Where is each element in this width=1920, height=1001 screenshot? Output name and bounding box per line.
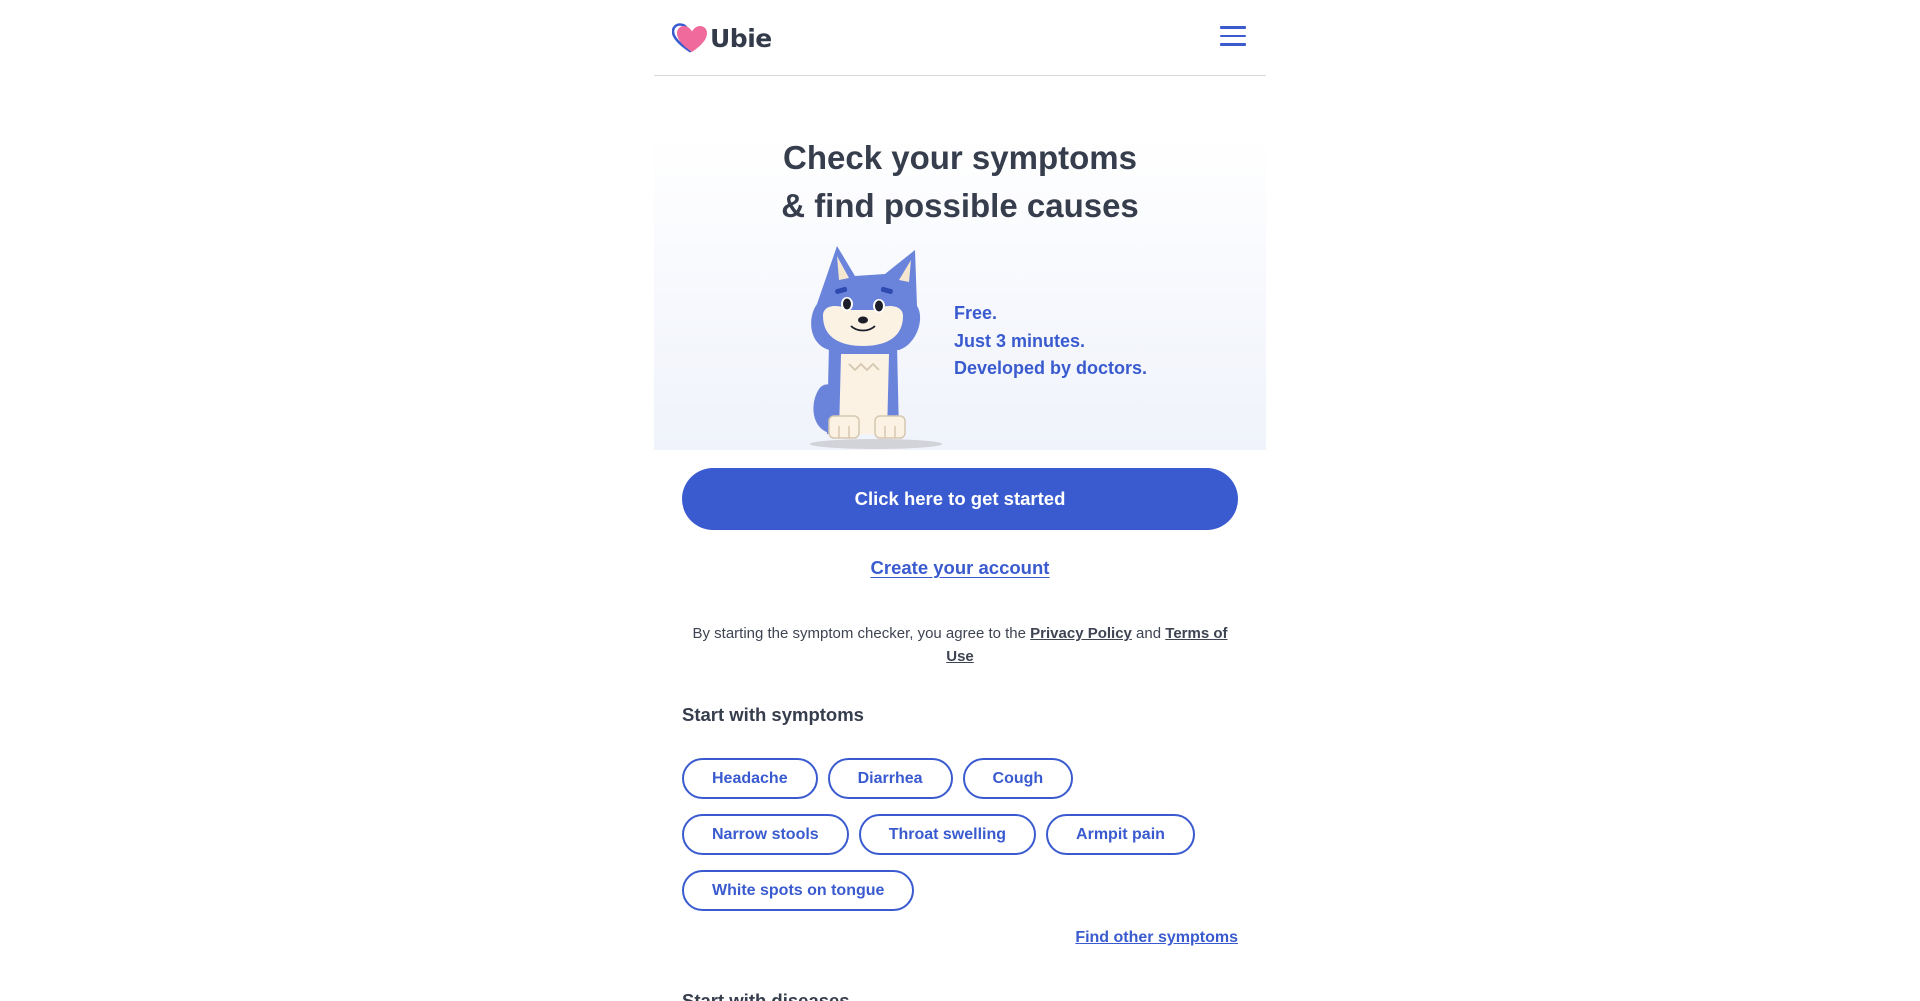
- symptom-chip[interactable]: White spots on tongue: [682, 870, 915, 911]
- diseases-section-title: Start with diseases: [682, 990, 850, 1001]
- privacy-policy-link[interactable]: Privacy Policy: [1030, 625, 1132, 642]
- hero-title-line1: Check your symptoms: [783, 139, 1137, 176]
- page: Ubie Check your symptoms & find possible…: [0, 0, 1920, 1001]
- symptom-chips: Headache Diarrhea Cough Narrow stools Th…: [682, 758, 1242, 926]
- symptom-chip[interactable]: Narrow stools: [682, 814, 849, 855]
- tagline-duration: Just 3 minutes.: [954, 330, 1086, 351]
- hero: Check your symptoms & find possible caus…: [654, 134, 1266, 450]
- symptom-chip[interactable]: Headache: [682, 758, 818, 799]
- wolf-mascot-illustration: [810, 246, 942, 449]
- chip-row: Headache Diarrhea Cough: [682, 758, 1242, 799]
- header: Ubie: [654, 0, 1266, 76]
- hero-taglines: Free. Just 3 minutes. Developed by docto…: [954, 300, 1147, 383]
- hero-title: Check your symptoms & find possible caus…: [654, 134, 1266, 230]
- symptom-chip[interactable]: Armpit pain: [1046, 814, 1195, 855]
- create-account-link[interactable]: Create your account: [871, 557, 1050, 578]
- tagline-free: Free.: [954, 303, 998, 323]
- main-column: Ubie Check your symptoms & find possible…: [654, 0, 1266, 1001]
- hamburger-menu-icon[interactable]: [1220, 26, 1246, 50]
- agreement-middle: and: [1131, 625, 1166, 642]
- logo-text: Ubie: [710, 23, 772, 53]
- symptom-chip[interactable]: Cough: [962, 758, 1074, 799]
- find-other-symptoms-link[interactable]: Find other symptoms: [1075, 929, 1238, 946]
- hero-title-line2: & find possible causes: [781, 187, 1139, 224]
- create-account-container: Create your account: [654, 557, 1266, 579]
- symptom-chip[interactable]: Throat swelling: [858, 814, 1037, 855]
- symptom-chip[interactable]: Diarrhea: [827, 758, 953, 799]
- logo[interactable]: Ubie: [672, 22, 772, 54]
- find-other-symptoms-container: Find other symptoms: [1075, 929, 1238, 947]
- get-started-button[interactable]: Click here to get started: [682, 468, 1238, 530]
- agreement-text: By starting the symptom checker, you agr…: [682, 622, 1238, 668]
- chip-row: Narrow stools Throat swelling Armpit pai…: [682, 814, 1242, 855]
- symptoms-section-title: Start with symptoms: [682, 704, 864, 725]
- agreement-prefix: By starting the symptom checker, you agr…: [692, 625, 1031, 642]
- tagline-doctors: Developed by doctors.: [954, 358, 1148, 378]
- heart-logo-icon: [672, 23, 707, 53]
- chip-row: White spots on tongue: [682, 870, 1242, 911]
